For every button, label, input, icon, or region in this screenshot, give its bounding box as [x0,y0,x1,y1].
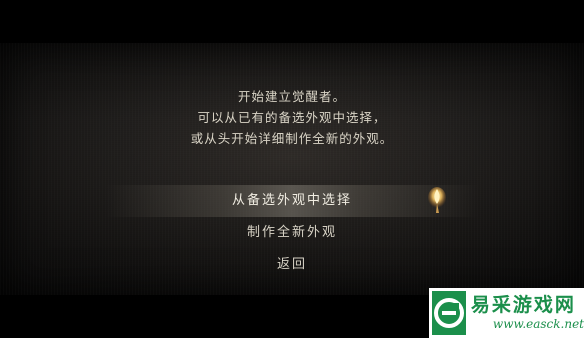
watermark-url: www.easck.net [492,317,584,331]
menu-item-create-new[interactable]: 制作全新外观 [0,217,584,249]
site-watermark: 易采游戏网 www.easck.net [429,288,584,338]
watermark-name: 易采游戏网 [470,294,576,316]
intro-text: 开始建立觉醒者。 可以从已有的备选外观中选择， 或从头开始详细制作全新的外观。 [0,86,584,149]
appearance-menu: 从备选外观中选择 制作全新外观 返回 [0,185,584,281]
menu-item-label: 从备选外观中选择 [231,193,352,208]
intro-line-3: 或从头开始详细制作全新的外观。 [190,131,394,146]
intro-line-1: 开始建立觉醒者。 [237,89,346,104]
menu-item-label: 返回 [276,257,307,272]
menu-item-choose-preset[interactable]: 从备选外观中选择 [0,185,584,217]
intro-line-2: 可以从已有的备选外观中选择， [197,110,387,125]
candle-flame-icon [428,187,446,213]
menu-item-back[interactable]: 返回 [0,249,584,281]
menu-item-label: 制作全新外观 [246,225,337,240]
site-logo-icon [432,291,466,335]
watermark-text: 易采游戏网 www.easck.net [471,294,584,332]
game-screen: 开始建立觉醒者。 可以从已有的备选外观中选择， 或从头开始详细制作全新的外观。 … [0,0,584,338]
